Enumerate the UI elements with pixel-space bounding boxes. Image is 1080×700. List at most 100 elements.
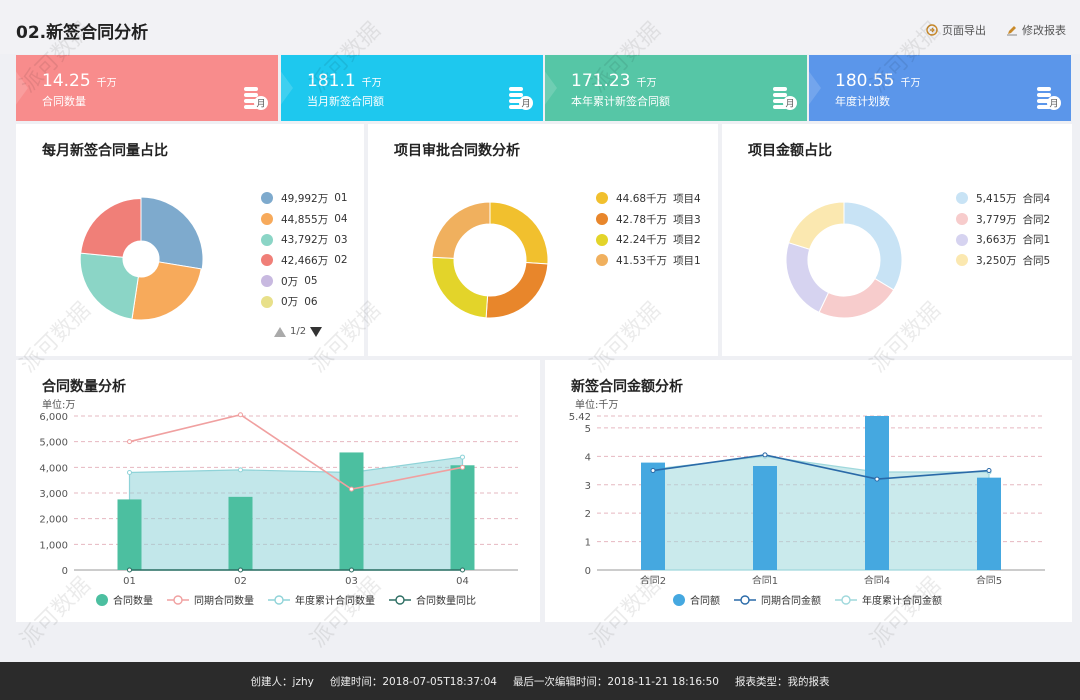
kpi-card-contract-count[interactable]: 14.25 千万 合同数量 月 [16,55,278,121]
pie-slice[interactable] [431,201,491,259]
line-point[interactable] [238,567,243,573]
export-icon [926,24,938,36]
line-point[interactable] [460,567,465,573]
bar[interactable] [753,466,777,570]
pie-chart-monthly[interactable] [76,194,206,324]
line-point[interactable] [349,486,354,492]
legend-name: 02 [334,254,348,267]
top-actions: 页面导出 修改报表 [926,22,1066,38]
line-point[interactable] [986,468,992,474]
chart-legend-item[interactable]: 年度累计合同金额 [835,592,942,607]
line-point[interactable] [127,567,132,573]
edit-report-button[interactable]: 修改报表 [1006,22,1066,38]
pie-slice[interactable] [818,277,895,319]
legend-item[interactable]: 42,466万 02 [261,250,348,271]
export-page-button[interactable]: 页面导出 [926,22,986,38]
pie-slice[interactable] [489,201,549,265]
y-tick-label: 2 [585,509,591,520]
legend-item[interactable]: 44.68千万 项目4 [596,188,701,209]
bar[interactable] [228,496,253,570]
legend-item[interactable]: 43,792万 03 [261,229,348,250]
pie-slice[interactable] [140,196,204,270]
chart-legend-item[interactable]: 合同数量同比 [389,592,476,607]
legend-item[interactable]: 44,855万 04 [261,209,348,230]
area-series[interactable] [652,455,990,571]
chart-legend-item[interactable]: 合同数量 [96,592,153,607]
chart-legend-item[interactable]: 合同额 [673,592,720,607]
bar[interactable] [450,465,475,570]
area-series[interactable] [128,456,464,571]
legend-item[interactable]: 0万 06 [261,291,348,312]
legend-item[interactable]: 42.78千万 项目3 [596,209,701,230]
line-point[interactable] [762,452,768,458]
pie-slice[interactable] [131,261,202,321]
legend-item[interactable]: 3,663万 合同1 [956,229,1050,250]
kpi-value: 14.25 [42,71,91,91]
legend-item[interactable]: 3,250万 合同5 [956,250,1050,271]
legend-item[interactable]: 3,779万 合同2 [956,209,1050,230]
pie2-legend: 44.68千万 项目4 42.78千万 项目3 42.24千万 项目2 41.53千万 项目1 [596,188,701,271]
legend-name: 06 [304,295,318,308]
line-point[interactable] [238,412,243,418]
pager-down-icon[interactable] [310,326,323,337]
bar[interactable] [865,416,889,570]
pie3-legend: 5,415万 合同4 3,779万 合同2 3,663万 合同1 3,250万 合同5 [956,188,1050,271]
kpi-unit: 千万 [900,78,921,89]
area-point[interactable] [460,454,465,460]
chart-legend-item[interactable]: 同期合同金额 [734,592,821,607]
line-point[interactable] [127,439,132,445]
legend-item[interactable]: 0万 05 [261,271,348,292]
coins-month-icon: 月 [244,87,268,110]
legend-value: 44,855万 [281,213,329,226]
kpi-value: 181.1 [307,71,356,91]
legend-swatch [596,233,608,246]
chart-legend-item[interactable]: 年度累计合同数量 [268,592,375,607]
line-point[interactable] [874,476,880,482]
donut-chart-amount[interactable] [784,200,904,320]
combo-chart-contract-count[interactable]: 单位:万 0 1,000 2,000 3,000 4,000 5,000 6,000 01 02 0… [16,394,540,584]
top-bar: 02.新签合同分析 页面导出 修改报表 [0,0,1080,54]
line-point[interactable] [460,464,465,470]
area-point[interactable] [127,469,132,475]
legend-swatch [596,254,608,267]
pie-slice[interactable] [843,201,903,291]
legend-item[interactable]: 42.24千万 项目2 [596,229,701,250]
combo-chart-contract-amount[interactable]: 单位:千万 0 1 2 3 4 55.42 合同2 合同1 合同4 合同5 [545,394,1072,584]
bar[interactable] [339,452,364,570]
area-point[interactable] [238,467,243,473]
chart-legend-label: 合同额 [690,596,720,607]
coins-month-icon: 月 [1037,87,1061,110]
pie-slice[interactable] [485,261,549,319]
kpi-card-year-cumulative[interactable]: 171.23 千万 本年累计新签合同额 月 [545,55,807,121]
x-tick-label: 合同2 [640,574,666,584]
legend-line-icon [389,594,411,605]
pie-slice[interactable] [788,201,845,250]
y-tick-label: 2,000 [39,515,68,526]
legend-name: 合同1 [1022,234,1051,247]
y-tick-label: 5,000 [39,438,68,449]
kpi-card-annual-plan[interactable]: 180.55 千万 年度计划数 月 [809,55,1071,121]
line-point[interactable] [650,468,656,474]
legend-value: 43,792万 [281,234,329,247]
y-tick-label: 5.42 [569,412,591,423]
pie-slice[interactable] [431,256,489,319]
footer-bar: 创建人：jzhy 创建时间：2018-07-05T18:37:04 最后一次编辑… [0,662,1080,700]
kpi-label: 当月新签合同额 [307,95,384,108]
bar[interactable] [641,462,665,570]
legend-item[interactable]: 49,992万 01 [261,188,348,209]
y-tick-label: 0 [585,566,591,577]
kpi-label: 年度计划数 [835,95,890,108]
legend-item[interactable]: 5,415万 合同4 [956,188,1050,209]
legend-item[interactable]: 41.53千万 项目1 [596,250,701,271]
kpi-badge-text: 月 [785,99,794,110]
pie-slice[interactable] [79,252,139,320]
pie-slice[interactable] [785,242,830,314]
chart-legend-item[interactable]: 同期合同数量 [167,592,254,607]
donut-chart-approval[interactable] [430,200,550,320]
bar[interactable] [977,477,1001,570]
kpi-card-monthly-new[interactable]: 181.1 千万 当月新签合同额 月 [281,55,543,121]
line-point[interactable] [349,567,354,573]
bar[interactable] [117,499,142,570]
pie-slice[interactable] [80,197,142,258]
pager-up-icon[interactable] [274,326,286,337]
